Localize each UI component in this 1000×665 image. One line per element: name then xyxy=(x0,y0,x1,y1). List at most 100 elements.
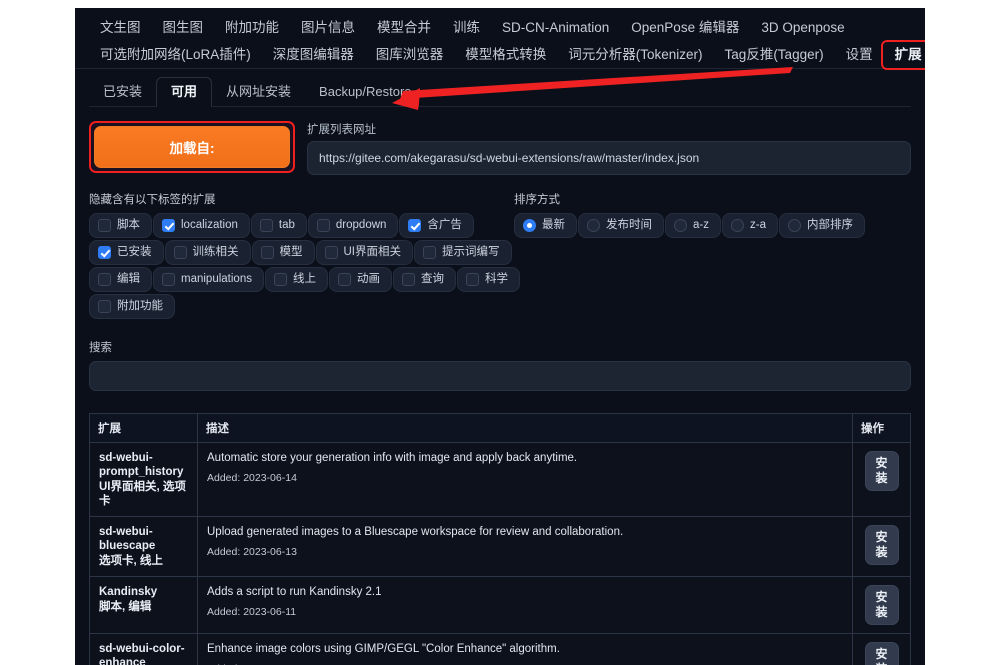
tag-filter-checkbox[interactable]: 动画 xyxy=(328,267,392,292)
nav-item-6[interactable]: Tag反推(Tagger) xyxy=(714,43,835,67)
extension-added-date: Added: 2023-06-13 xyxy=(207,546,297,558)
radio-icon[interactable] xyxy=(730,219,744,232)
tag-filter-checkbox[interactable]: 编辑 xyxy=(89,267,152,292)
checkbox-checked-icon[interactable] xyxy=(162,219,175,232)
checkbox-icon[interactable] xyxy=(401,273,415,286)
checkbox-icon[interactable] xyxy=(423,246,436,259)
checkbox-icon[interactable] xyxy=(173,246,187,259)
install-button-label: 安装 xyxy=(875,590,888,619)
sort-option[interactable]: a-z xyxy=(665,213,721,238)
checkbox-icon[interactable] xyxy=(324,246,338,259)
checkbox-icon[interactable] xyxy=(259,219,273,232)
tag-filter-checkbox[interactable]: localization xyxy=(153,213,250,238)
tag-filter-checkbox[interactable]: dropdown xyxy=(307,213,399,238)
subtab-1[interactable]: 已安装 xyxy=(89,78,156,106)
radio-selected-icon[interactable] xyxy=(523,219,536,232)
nav-item-label: Tag反推(Tagger) xyxy=(724,46,824,62)
tag-filter-checkbox[interactable]: 训练相关 xyxy=(164,240,251,265)
action-cell: 安装 xyxy=(852,442,911,517)
checkbox-icon[interactable] xyxy=(98,273,111,286)
hide-tags-label: 隐藏含有以下标签的扩展 xyxy=(89,194,216,206)
extension-index-url-input[interactable] xyxy=(307,141,911,175)
tag-filter-label: 动画 xyxy=(356,273,380,285)
description-cell: Adds a script to run Kandinsky 2.1 Added:… xyxy=(197,576,853,634)
tag-row-4: 附加功能 xyxy=(89,294,504,319)
sort-option[interactable]: 内部排序 xyxy=(778,213,865,238)
checkbox-icon[interactable] xyxy=(98,219,111,232)
extension-tags: 脚本, 编辑 xyxy=(99,601,152,613)
extension-added-date: Added: 2023-06-11 xyxy=(207,606,297,618)
radio-icon[interactable] xyxy=(787,219,801,232)
nav-item-4[interactable]: 模型格式转换 xyxy=(454,43,557,67)
tag-filter-checkbox[interactable]: 提示词编写 xyxy=(414,240,512,265)
checkbox-icon[interactable] xyxy=(260,246,274,259)
install-button[interactable]: 安装 xyxy=(864,642,899,665)
tag-filter-checkbox[interactable]: 已安装 xyxy=(89,240,164,265)
nav-item-1[interactable]: 文生图 xyxy=(89,16,152,40)
nav-item-label: OpenPose 编辑器 xyxy=(631,19,740,35)
table-row: sd-webui-color-enhance编辑, 附加功能 Enhance im… xyxy=(89,633,911,665)
checkbox-checked-icon[interactable] xyxy=(98,246,111,259)
nav-item-3[interactable]: 图库浏览器 xyxy=(365,43,455,67)
tag-filter-checkbox[interactable]: 模型 xyxy=(251,240,315,265)
nav-item-5[interactable]: 词元分析器(Tokenizer) xyxy=(557,43,713,67)
action-cell: 安装 xyxy=(852,633,911,665)
tag-filter-label: 科学 xyxy=(484,273,508,285)
sort-option[interactable]: 最新 xyxy=(514,213,577,238)
nav-item-5[interactable]: 模型合并 xyxy=(366,16,442,40)
nav-item-label: 训练 xyxy=(453,19,480,35)
checkbox-icon[interactable] xyxy=(337,273,351,286)
subtab-4[interactable]: Backup/Restore xyxy=(305,78,426,106)
nav-item-2[interactable]: 图生图 xyxy=(152,16,215,40)
tag-filter-checkbox[interactable]: manipulations xyxy=(153,267,264,292)
subtab-3[interactable]: 从网址安装 xyxy=(212,78,305,106)
sort-option[interactable]: z-a xyxy=(721,213,778,238)
tag-filter-checkbox[interactable]: 查询 xyxy=(392,267,456,292)
main-content: 已安装 可用 从网址安装 Backup/Restore 加载自: 扩展列表网址 隐藏含… xyxy=(75,69,925,665)
extension-added-date: Added: 2023-06-14 xyxy=(207,472,297,484)
tag-row-3: 编辑 manipulations 线上 动画 查询 科学 xyxy=(89,267,520,292)
checkbox-icon[interactable] xyxy=(316,219,330,232)
available-extensions-table: 扩展 描述 操作 sd-webui-prompt_history UI界面相关, … xyxy=(89,413,911,665)
tag-filter-label: 模型 xyxy=(279,246,303,258)
tag-filter-checkbox[interactable]: 科学 xyxy=(456,267,520,292)
checkbox-checked-icon[interactable] xyxy=(408,219,422,232)
nav-item-label: 3D Openpose xyxy=(761,19,845,35)
nav-item-2[interactable]: 深度图编辑器 xyxy=(262,43,365,67)
tag-filter-label: manipulations xyxy=(181,273,252,285)
sort-option-label: 最新 xyxy=(542,219,565,231)
tag-filter-checkbox[interactable]: 含广告 xyxy=(399,213,474,238)
tag-filter-checkbox[interactable]: UI界面相关 xyxy=(315,240,413,265)
nav-item-7[interactable]: SD-CN-Animation xyxy=(491,16,620,40)
tag-filter-checkbox[interactable]: 线上 xyxy=(264,267,328,292)
nav-item-8[interactable]: OpenPose 编辑器 xyxy=(620,16,750,40)
nav-item-7[interactable]: 设置 xyxy=(835,43,884,67)
tag-filter-checkbox[interactable]: 脚本 xyxy=(89,213,152,238)
nav-item-4[interactable]: 图片信息 xyxy=(290,16,366,40)
install-button[interactable]: 安装 xyxy=(864,451,899,491)
table-head: 扩展 描述 操作 xyxy=(89,413,911,443)
search-input[interactable] xyxy=(89,361,911,391)
checkbox-icon[interactable] xyxy=(465,273,479,286)
load-from-button[interactable]: 加载自: xyxy=(94,126,290,168)
radio-icon[interactable] xyxy=(674,219,687,232)
extension-name: Kandinsky xyxy=(99,586,158,598)
install-button[interactable]: 安装 xyxy=(864,585,899,625)
subtab-label: 从网址安装 xyxy=(226,84,292,99)
checkbox-icon[interactable] xyxy=(98,300,111,313)
nav-item-1[interactable]: 可选附加网络(LoRA插件) xyxy=(89,43,262,67)
checkbox-icon[interactable] xyxy=(162,273,175,286)
nav-item-9[interactable]: 3D Openpose xyxy=(750,16,855,40)
checkbox-icon[interactable] xyxy=(273,273,287,286)
nav-item-6[interactable]: 训练 xyxy=(442,16,491,40)
extension-name: sd-webui-prompt_history xyxy=(99,452,184,478)
sort-option[interactable]: 发布时间 xyxy=(578,213,664,238)
search-label: 搜索 xyxy=(89,342,112,354)
tag-filter-checkbox[interactable]: tab xyxy=(250,213,307,238)
tag-filter-checkbox[interactable]: 附加功能 xyxy=(89,294,175,319)
install-button[interactable]: 安装 xyxy=(864,525,899,565)
nav-item-8[interactable]: 扩展 xyxy=(880,39,925,70)
nav-item-3[interactable]: 附加功能 xyxy=(214,16,290,40)
radio-icon[interactable] xyxy=(587,219,600,232)
subtab-2[interactable]: 可用 xyxy=(156,77,213,107)
